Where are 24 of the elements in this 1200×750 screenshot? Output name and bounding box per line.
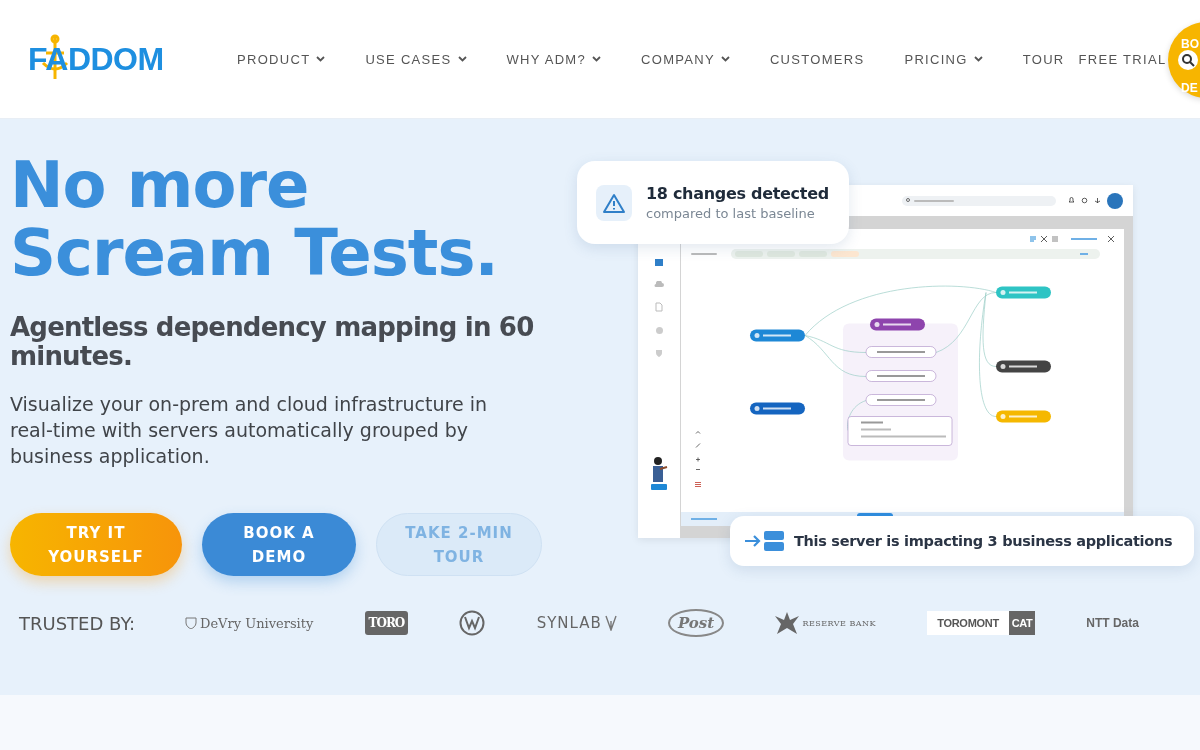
impact-text: This server is impacting 3 business applications (794, 533, 1173, 549)
nav-link[interactable]: PRICING (904, 51, 983, 67)
nav-link[interactable]: CUSTOMERS (769, 51, 865, 67)
card-subtitle: compared to last baseline (646, 206, 816, 221)
client-logo: NTT Data (1086, 616, 1139, 630)
client-logo: SYNLAB (536, 614, 602, 632)
client-logo: TOROMONT (927, 611, 1009, 635)
hero-description: Visualize your on-prem and cloud infrastructure in real-time with servers automatically grouped by business application. (10, 392, 488, 469)
nav-link[interactable]: TOUR (1022, 51, 1065, 67)
client-logo: CAT (1008, 611, 1036, 635)
client-logo: RESERVE BANK (802, 618, 877, 628)
cta-button[interactable]: BOOK A DEMO (202, 513, 356, 576)
client-logo: DeVry University (200, 615, 314, 631)
client-logo: Post (667, 609, 725, 637)
nav-link[interactable]: PRODUCT (237, 51, 326, 67)
client-logo: TORO (364, 611, 409, 635)
trusted-label: TRUSTED BY: (19, 612, 137, 634)
nav-link[interactable]: USE CASES (365, 51, 467, 67)
nav-link[interactable]: WHY ADM? (506, 51, 602, 67)
hero-subtitle: Agentless dependency mapping in 60 minutes. (10, 313, 535, 371)
card-title: 18 changes detected (646, 184, 829, 203)
nav-link[interactable]: FREE TRIAL (1078, 51, 1167, 67)
nav-link[interactable]: COMPANY (641, 51, 730, 67)
hero-title: No more Scream Tests. (10, 151, 499, 287)
